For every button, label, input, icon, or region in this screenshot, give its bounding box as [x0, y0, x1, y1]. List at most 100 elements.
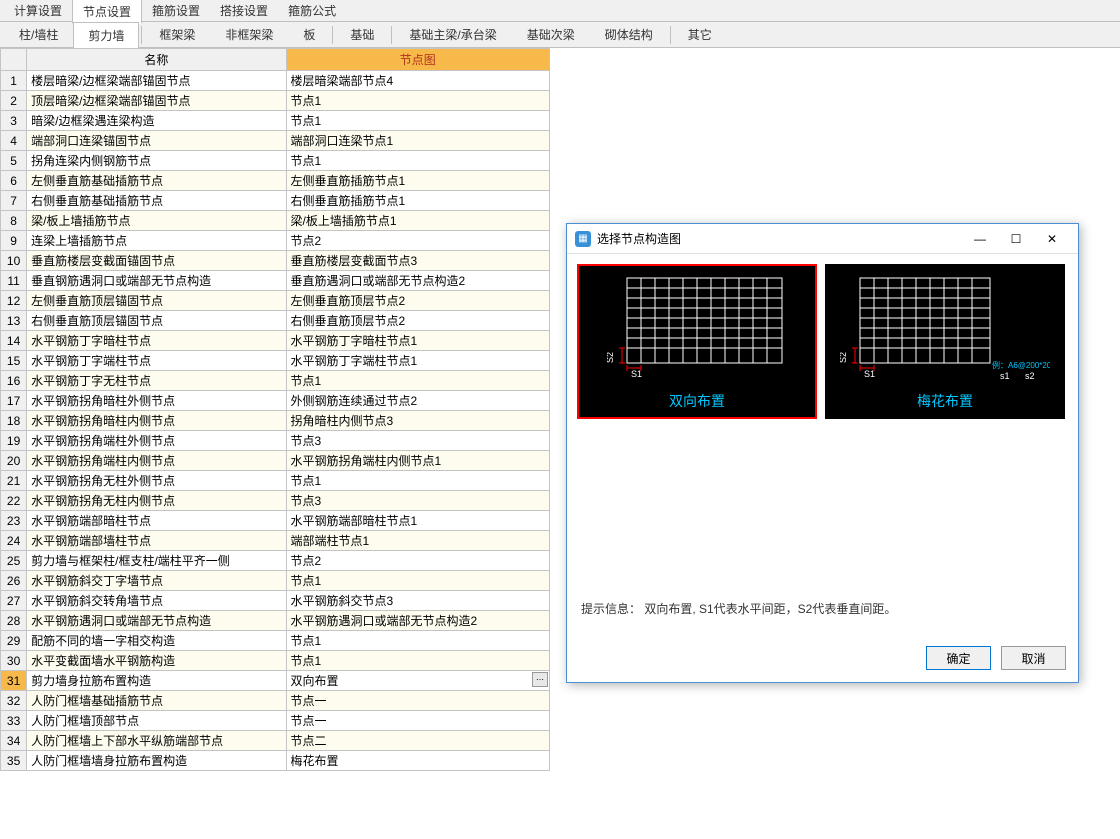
cell-node[interactable]: 节点二: [286, 731, 549, 751]
cancel-button[interactable]: 取消: [1001, 646, 1066, 670]
cell-node[interactable]: 端部端柱节点1: [286, 531, 549, 551]
cell-name[interactable]: 人防门框墙顶部节点: [27, 711, 286, 731]
table-row[interactable]: 5拐角连梁内侧钢筋节点节点1: [1, 151, 550, 171]
table-row[interactable]: 24水平钢筋端部墙柱节点端部端柱节点1: [1, 531, 550, 551]
table-row[interactable]: 29配筋不同的墙一字相交构造节点1: [1, 631, 550, 651]
cell-name[interactable]: 人防门框墙基础插筋节点: [27, 691, 286, 711]
cell-name[interactable]: 垂直筋楼层变截面锚固节点: [27, 251, 286, 271]
cell-node[interactable]: 垂直筋遇洞口或端部无节点构造2: [286, 271, 549, 291]
table-row[interactable]: 27水平钢筋斜交转角墙节点水平钢筋斜交节点3: [1, 591, 550, 611]
cell-node[interactable]: 左侧垂直筋顶层节点2: [286, 291, 549, 311]
cell-node[interactable]: 水平钢筋遇洞口或端部无节点构造2: [286, 611, 549, 631]
ok-button[interactable]: 确定: [926, 646, 991, 670]
cell-name[interactable]: 水平钢筋遇洞口或端部无节点构造: [27, 611, 286, 631]
cell-node[interactable]: 左侧垂直筋插筋节点1: [286, 171, 549, 191]
sub-tab-5[interactable]: 基础: [335, 21, 389, 48]
table-row[interactable]: 6左侧垂直筋基础插筋节点左侧垂直筋插筋节点1: [1, 171, 550, 191]
cell-node[interactable]: 右侧垂直筋插筋节点1: [286, 191, 549, 211]
top-tab-2[interactable]: 箍筋设置: [142, 0, 210, 22]
sub-tab-0[interactable]: 柱/墙柱: [4, 21, 73, 48]
cell-name[interactable]: 水平钢筋丁字暗柱节点: [27, 331, 286, 351]
cell-name[interactable]: 右侧垂直筋基础插筋节点: [27, 191, 286, 211]
cell-node[interactable]: 节点1: [286, 111, 549, 131]
table-row[interactable]: 26水平钢筋斜交丁字墙节点节点1: [1, 571, 550, 591]
cell-node[interactable]: 节点1: [286, 151, 549, 171]
cell-node[interactable]: 节点1: [286, 471, 549, 491]
cell-node[interactable]: 节点一: [286, 711, 549, 731]
cell-node[interactable]: 水平钢筋丁字端柱节点1: [286, 351, 549, 371]
table-row[interactable]: 21水平钢筋拐角无柱外侧节点节点1: [1, 471, 550, 491]
table-row[interactable]: 10垂直筋楼层变截面锚固节点垂直筋楼层变截面节点3: [1, 251, 550, 271]
table-row[interactable]: 23水平钢筋端部暗柱节点水平钢筋端部暗柱节点1: [1, 511, 550, 531]
table-row[interactable]: 7右侧垂直筋基础插筋节点右侧垂直筋插筋节点1: [1, 191, 550, 211]
cell-name[interactable]: 连梁上墙插筋节点: [27, 231, 286, 251]
table-row[interactable]: 9连梁上墙插筋节点节点2: [1, 231, 550, 251]
cell-name[interactable]: 左侧垂直筋基础插筋节点: [27, 171, 286, 191]
top-tab-4[interactable]: 箍筋公式: [278, 0, 346, 22]
col-name-header[interactable]: 名称: [27, 49, 286, 71]
cell-name[interactable]: 右侧垂直筋顶层锚固节点: [27, 311, 286, 331]
cell-name[interactable]: 水平钢筋端部墙柱节点: [27, 531, 286, 551]
cell-node[interactable]: 水平钢筋端部暗柱节点1: [286, 511, 549, 531]
option-plum[interactable]: S1 S2 例：A6@200*200 s1 s2 梅花布置: [825, 264, 1065, 419]
table-row[interactable]: 22水平钢筋拐角无柱内侧节点节点3: [1, 491, 550, 511]
sub-tab-2[interactable]: 框架梁: [144, 21, 210, 48]
sub-tab-4[interactable]: 板: [288, 21, 330, 48]
cell-node[interactable]: 拐角暗柱内侧节点3: [286, 411, 549, 431]
minimize-button[interactable]: —: [962, 225, 998, 253]
dialog-titlebar[interactable]: ▦ 选择节点构造图 — ☐ ✕: [567, 224, 1078, 254]
table-row[interactable]: 32人防门框墙基础插筋节点节点一: [1, 691, 550, 711]
table-row[interactable]: 28水平钢筋遇洞口或端部无节点构造水平钢筋遇洞口或端部无节点构造2: [1, 611, 550, 631]
cell-name[interactable]: 拐角连梁内侧钢筋节点: [27, 151, 286, 171]
cell-node[interactable]: 节点1: [286, 371, 549, 391]
cell-node[interactable]: 节点1: [286, 651, 549, 671]
cell-name[interactable]: 暗梁/边框梁遇连梁构造: [27, 111, 286, 131]
cell-name[interactable]: 水平变截面墙水平钢筋构造: [27, 651, 286, 671]
table-row[interactable]: 33人防门框墙顶部节点节点一: [1, 711, 550, 731]
cell-node[interactable]: 右侧垂直筋顶层节点2: [286, 311, 549, 331]
table-row[interactable]: 18水平钢筋拐角暗柱内侧节点拐角暗柱内侧节点3: [1, 411, 550, 431]
sub-tab-3[interactable]: 非框架梁: [210, 21, 288, 48]
sub-tab-8[interactable]: 砌体结构: [590, 21, 668, 48]
cell-name[interactable]: 垂直钢筋遇洞口或端部无节点构造: [27, 271, 286, 291]
table-row[interactable]: 30水平变截面墙水平钢筋构造节点1: [1, 651, 550, 671]
cell-name[interactable]: 水平钢筋拐角暗柱内侧节点: [27, 411, 286, 431]
cell-node[interactable]: 节点2: [286, 231, 549, 251]
table-row[interactable]: 15水平钢筋丁字端柱节点水平钢筋丁字端柱节点1: [1, 351, 550, 371]
table-row[interactable]: 20水平钢筋拐角端柱内侧节点水平钢筋拐角端柱内侧节点1: [1, 451, 550, 471]
cell-name[interactable]: 水平钢筋拐角端柱内侧节点: [27, 451, 286, 471]
cell-node[interactable]: 双向布置⋯: [286, 671, 549, 691]
sub-tab-6[interactable]: 基础主梁/承台梁: [394, 21, 511, 48]
cell-node[interactable]: 节点1: [286, 571, 549, 591]
cell-node[interactable]: 节点1: [286, 91, 549, 111]
option-bidirectional[interactable]: S1 S2 双向布置: [577, 264, 817, 419]
table-row[interactable]: 2顶层暗梁/边框梁端部锚固节点节点1: [1, 91, 550, 111]
cell-name[interactable]: 端部洞口连梁锚固节点: [27, 131, 286, 151]
cell-name[interactable]: 水平钢筋拐角暗柱外侧节点: [27, 391, 286, 411]
table-row[interactable]: 12左侧垂直筋顶层锚固节点左侧垂直筋顶层节点2: [1, 291, 550, 311]
top-tab-0[interactable]: 计算设置: [4, 0, 72, 22]
top-tab-3[interactable]: 搭接设置: [210, 0, 278, 22]
cell-name[interactable]: 水平钢筋丁字无柱节点: [27, 371, 286, 391]
col-node-header[interactable]: 节点图: [286, 49, 549, 71]
cell-name[interactable]: 水平钢筋斜交转角墙节点: [27, 591, 286, 611]
cell-node[interactable]: 节点一: [286, 691, 549, 711]
table-row[interactable]: 34人防门框墙上下部水平纵筋端部节点节点二: [1, 731, 550, 751]
table-row[interactable]: 14水平钢筋丁字暗柱节点水平钢筋丁字暗柱节点1: [1, 331, 550, 351]
cell-node[interactable]: 节点3: [286, 431, 549, 451]
close-button[interactable]: ✕: [1034, 225, 1070, 253]
cell-name[interactable]: 剪力墙身拉筋布置构造: [27, 671, 286, 691]
cell-name[interactable]: 水平钢筋拐角端柱外侧节点: [27, 431, 286, 451]
cell-name[interactable]: 水平钢筋端部暗柱节点: [27, 511, 286, 531]
table-row[interactable]: 25剪力墙与框架柱/框支柱/端柱平齐一侧节点2: [1, 551, 550, 571]
cell-dropdown-button[interactable]: ⋯: [532, 672, 548, 687]
cell-name[interactable]: 水平钢筋丁字端柱节点: [27, 351, 286, 371]
cell-name[interactable]: 配筋不同的墙一字相交构造: [27, 631, 286, 651]
cell-name[interactable]: 楼层暗梁/边框梁端部锚固节点: [27, 71, 286, 91]
cell-node[interactable]: 节点2: [286, 551, 549, 571]
cell-node[interactable]: 节点3: [286, 491, 549, 511]
cell-name[interactable]: 水平钢筋拐角无柱外侧节点: [27, 471, 286, 491]
sub-tab-1[interactable]: 剪力墙: [73, 22, 139, 49]
maximize-button[interactable]: ☐: [998, 225, 1034, 253]
cell-node[interactable]: 水平钢筋拐角端柱内侧节点1: [286, 451, 549, 471]
